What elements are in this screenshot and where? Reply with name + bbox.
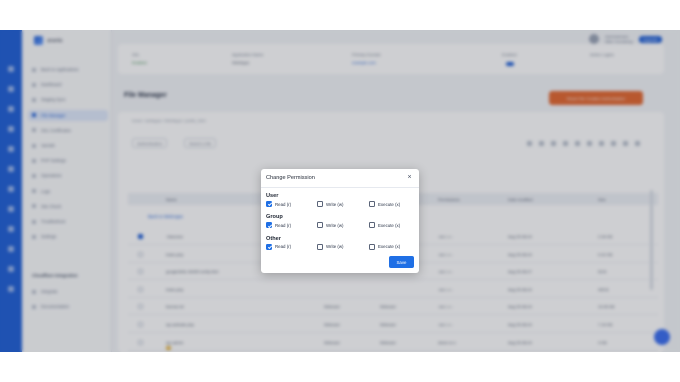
checkbox-unchecked-icon[interactable]	[369, 201, 375, 207]
checkbox-unchecked-icon[interactable]	[317, 201, 323, 207]
checkbox-unchecked-icon[interactable]	[317, 243, 323, 250]
checkbox-checked-icon[interactable]	[266, 222, 272, 229]
permission-checkbox[interactable]: Execute (x)	[369, 201, 400, 207]
permission-label: Execute (x)	[378, 201, 401, 207]
permission-checkbox[interactable]: Read (r)	[266, 222, 292, 229]
permission-label: Write (w)	[326, 222, 344, 228]
close-icon[interactable]: ×	[405, 173, 414, 182]
permission-checkbox[interactable]: Write (w)	[317, 243, 344, 250]
checkbox-checked-icon[interactable]	[266, 243, 272, 250]
permission-group-label: Other	[266, 235, 281, 242]
permission-label: Write (w)	[326, 201, 344, 207]
permission-checkbox[interactable]: Write (w)	[317, 222, 344, 229]
permission-group-label: User	[266, 193, 279, 199]
modal-header: Change Permission ×	[261, 169, 419, 188]
permission-label: Execute (x)	[378, 222, 401, 228]
permission-label: Read (r)	[275, 222, 292, 228]
permission-checkbox[interactable]: Execute (x)	[369, 222, 401, 229]
change-permission-modal: Change Permission × User Read (r) Write (w…	[261, 169, 419, 273]
permission-label: Read (r)	[275, 201, 292, 207]
modal-title: Change Permission	[266, 175, 315, 181]
permission-checkbox[interactable]: Write (w)	[317, 201, 343, 207]
checkbox-unchecked-icon[interactable]	[369, 222, 375, 229]
permission-label: Execute (x)	[378, 244, 401, 250]
permission-label: Write (w)	[326, 244, 344, 250]
permission-checkbox[interactable]: Read (r)	[266, 201, 291, 207]
checkbox-checked-icon[interactable]	[266, 201, 272, 207]
permission-group-label: Group	[266, 214, 283, 221]
app-frame: ananta Back to Applications Dashboard Stag…	[0, 30, 680, 352]
permission-label: Read (r)	[275, 244, 292, 250]
save-button[interactable]: Save	[389, 256, 414, 268]
checkbox-unchecked-icon[interactable]	[369, 243, 375, 250]
permission-checkbox[interactable]: Execute (x)	[369, 243, 401, 250]
checkbox-unchecked-icon[interactable]	[317, 222, 323, 229]
permission-checkbox[interactable]: Read (r)	[266, 243, 292, 250]
